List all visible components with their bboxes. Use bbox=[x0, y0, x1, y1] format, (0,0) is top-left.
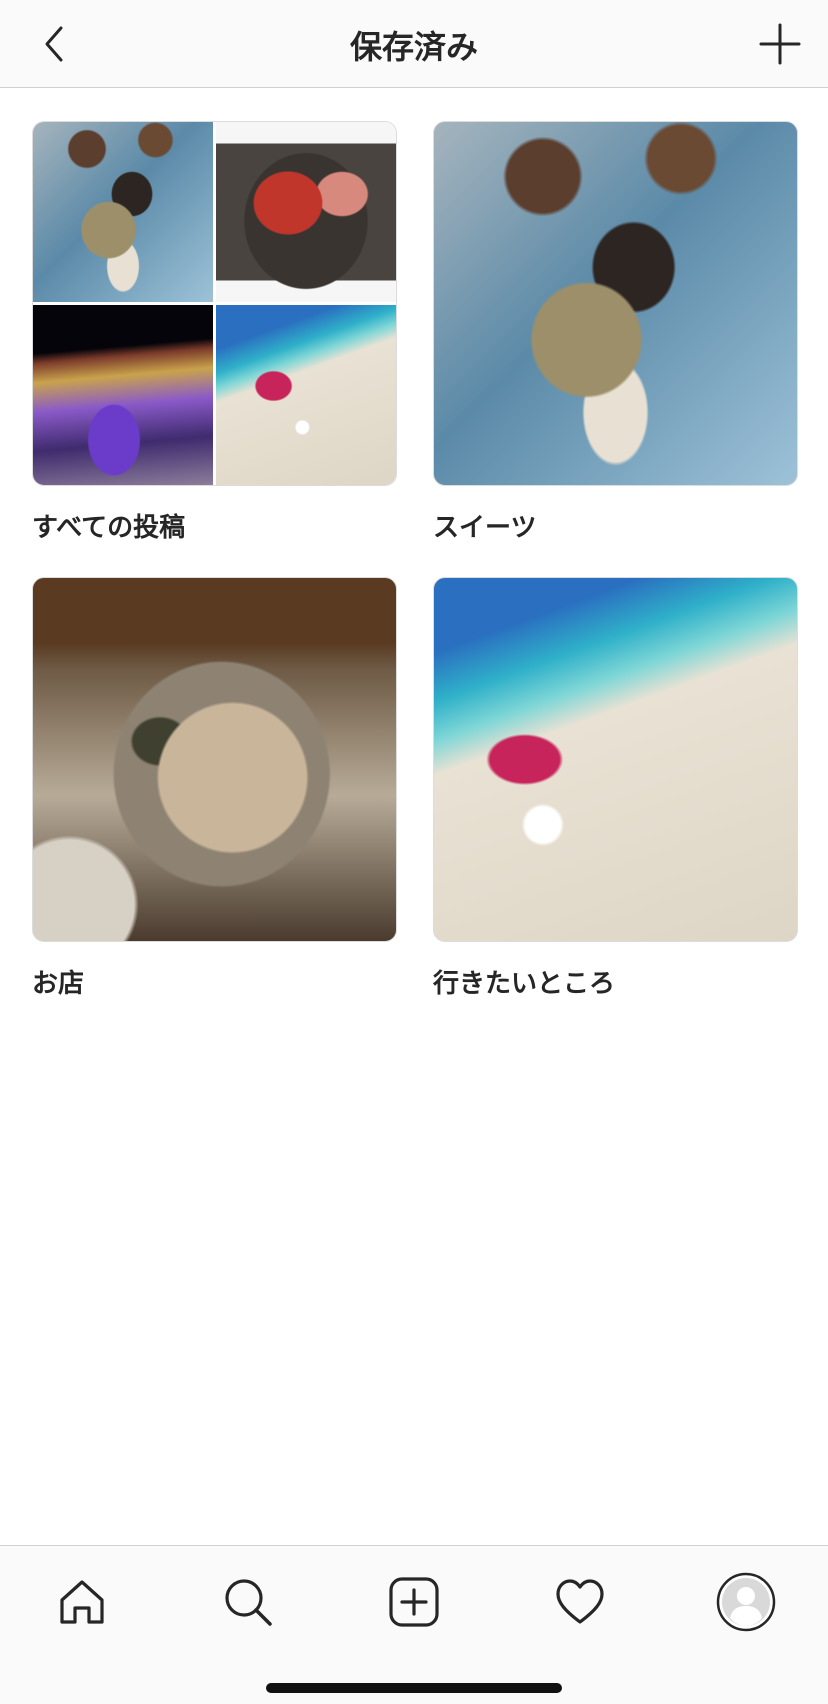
new-post-icon bbox=[389, 1577, 439, 1627]
collection-all-posts[interactable]: すべての投稿 bbox=[32, 121, 397, 548]
add-collection-button[interactable] bbox=[754, 18, 806, 70]
heart-icon bbox=[556, 1579, 604, 1624]
search-icon bbox=[225, 1579, 272, 1626]
page-title: 保存済み bbox=[349, 28, 478, 66]
photo-beach bbox=[216, 305, 396, 485]
collection-sweets[interactable]: スイーツ bbox=[433, 121, 798, 548]
collection-shops[interactable]: お店 bbox=[32, 577, 397, 1004]
collection-label: お店 bbox=[32, 969, 85, 999]
collection-label: 行きたいところ bbox=[433, 969, 616, 999]
collection-cover[interactable] bbox=[32, 121, 397, 486]
photo-meat bbox=[216, 122, 396, 302]
collection-cover[interactable] bbox=[433, 121, 798, 486]
home-indicator[interactable] bbox=[266, 1683, 562, 1693]
collection-cover[interactable] bbox=[433, 577, 798, 942]
tab-search[interactable] bbox=[212, 1566, 284, 1638]
photo-illumination bbox=[33, 305, 213, 485]
collection-places-to-go[interactable]: 行きたいところ bbox=[433, 577, 798, 1004]
bottom-tab-bar bbox=[0, 1545, 828, 1704]
collection-cover[interactable] bbox=[32, 577, 397, 942]
header-bar: 保存済み bbox=[0, 0, 828, 88]
collection-label: スイーツ bbox=[433, 513, 537, 543]
plus-icon bbox=[759, 23, 801, 65]
tab-new-post[interactable] bbox=[378, 1566, 450, 1638]
tab-activity[interactable] bbox=[544, 1566, 616, 1638]
tab-home[interactable] bbox=[46, 1566, 118, 1638]
tab-profile[interactable] bbox=[710, 1566, 782, 1638]
home-icon bbox=[60, 1580, 104, 1624]
collection-label: すべての投稿 bbox=[32, 513, 186, 543]
profile-avatar bbox=[716, 1572, 776, 1632]
photo-sweets bbox=[33, 122, 213, 302]
